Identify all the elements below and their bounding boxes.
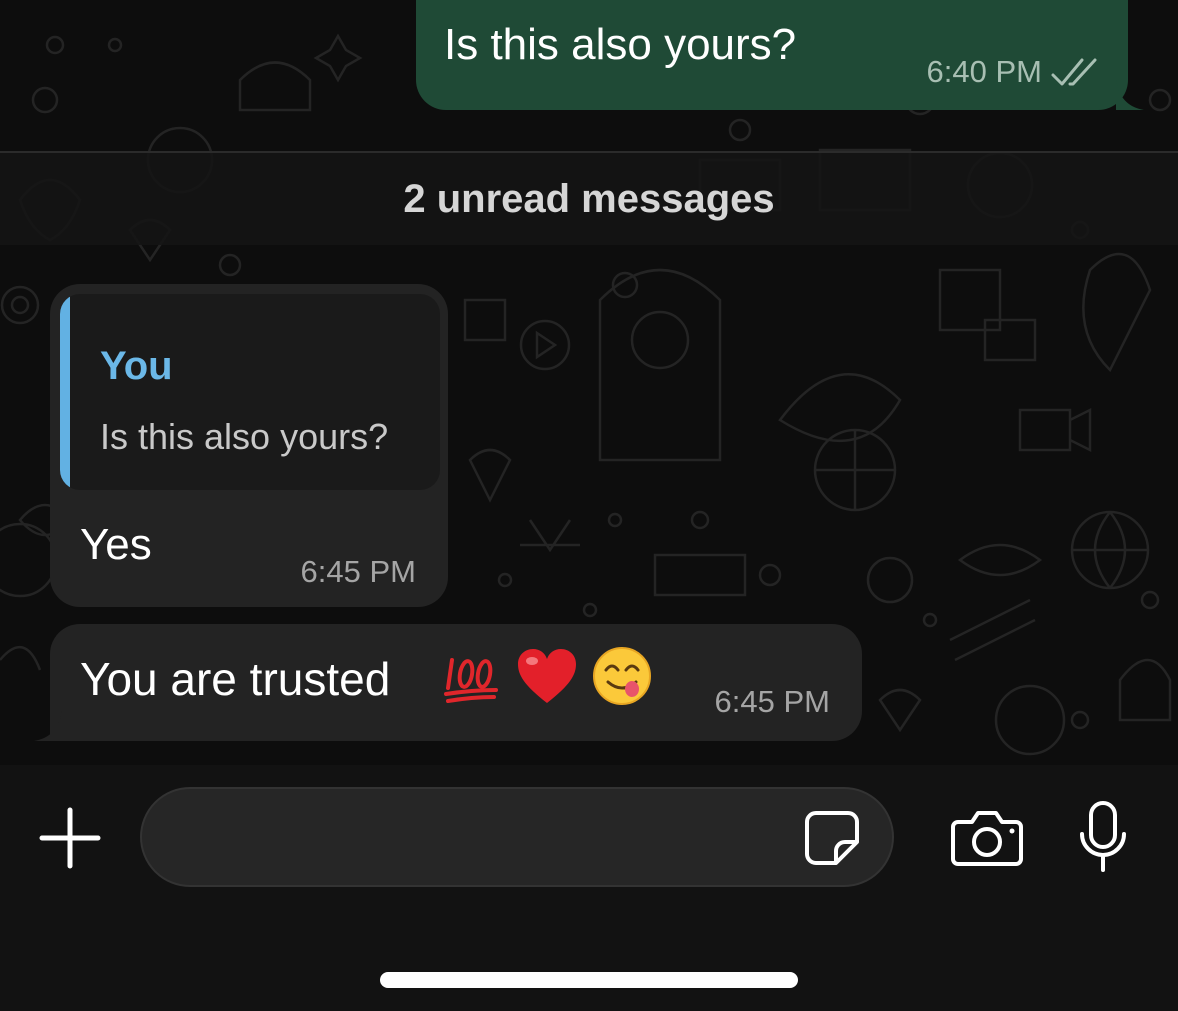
incoming-message-bubble[interactable]: You are trusted 6:45 PM	[34, 624, 862, 741]
emoji-row	[442, 646, 652, 706]
reply-message-time: 6:45 PM	[300, 554, 416, 589]
message-input[interactable]	[182, 809, 786, 867]
quoted-message[interactable]: You Is this also yours?	[60, 294, 440, 490]
plus-icon[interactable]	[38, 806, 102, 870]
outgoing-bubble-tail	[1116, 80, 1144, 110]
unread-divider: 2 unread messages	[0, 151, 1178, 245]
red-heart-emoji	[518, 649, 576, 703]
double-check-icon	[1051, 58, 1097, 86]
savoring-food-emoji	[593, 647, 651, 705]
reply-message-bubble[interactable]: You Is this also yours? Yes 6:45 PM	[50, 284, 448, 607]
outgoing-message-meta: 6:40 PM	[927, 54, 1100, 90]
outgoing-message-text: Is this also yours?	[444, 20, 797, 69]
camera-icon[interactable]	[950, 808, 1024, 868]
quote-text: Is this also yours?	[100, 416, 389, 457]
unread-divider-text: 2 unread messages	[403, 176, 775, 221]
home-indicator[interactable]	[380, 972, 798, 988]
incoming-bubble-tail	[34, 711, 62, 741]
chat-area[interactable]: Is this also yours? 6:40 PM 2 unread mes…	[0, 0, 1178, 765]
quote-accent-bar	[60, 294, 70, 490]
incoming-message-time: 6:45 PM	[714, 684, 830, 719]
reply-message-text: Yes	[80, 520, 152, 569]
chat-screen: Is this also yours? 6:40 PM 2 unread mes…	[0, 0, 1178, 1011]
message-text-field[interactable]	[140, 787, 894, 887]
incoming-message-text: You are trusted	[80, 653, 391, 705]
hundred-points-emoji	[444, 658, 498, 703]
quote-author: You	[100, 344, 173, 388]
outgoing-message-time: 6:40 PM	[926, 54, 1042, 89]
outgoing-message-bubble[interactable]: Is this also yours? 6:40 PM	[416, 0, 1144, 110]
sticker-icon[interactable]	[802, 808, 862, 868]
microphone-icon[interactable]	[1078, 800, 1128, 874]
